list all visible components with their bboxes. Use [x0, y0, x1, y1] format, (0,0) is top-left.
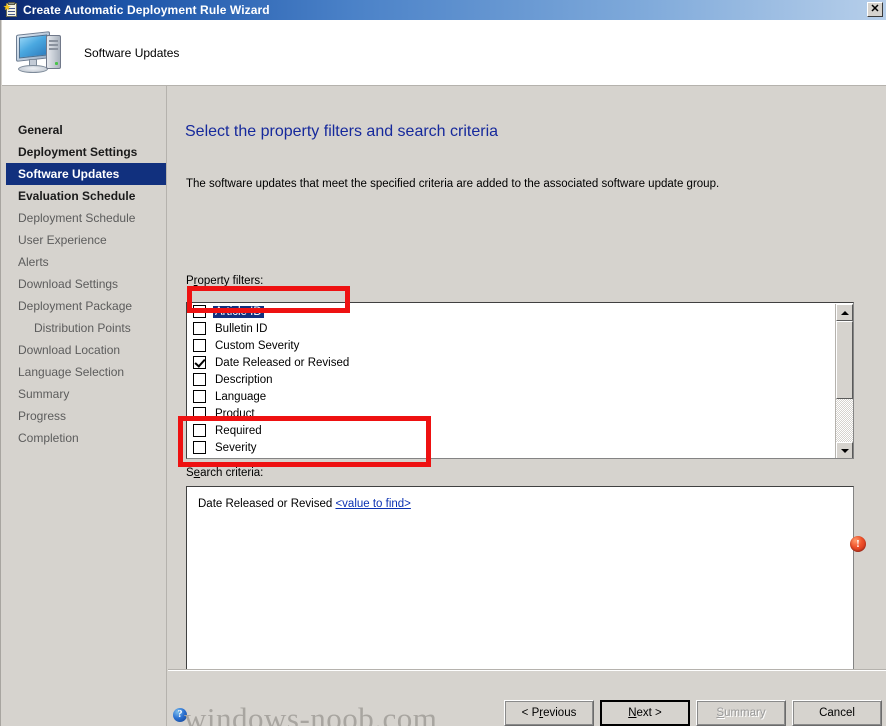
vertical-scrollbar[interactable] — [835, 304, 853, 458]
criteria-row[interactable]: Date Released or Revised <value to find> — [198, 498, 853, 510]
window-body: Software Updates General Deployment Sett… — [0, 20, 886, 726]
checkbox-required[interactable] — [193, 424, 206, 437]
sidebar-item-download-location[interactable]: Download Location — [2, 339, 166, 361]
list-item[interactable]: Article ID — [187, 303, 853, 320]
property-filters-label-post: operty filters: — [197, 275, 264, 287]
sidebar-item-deployment-package[interactable]: Deployment Package — [2, 295, 166, 317]
list-item[interactable]: Language — [187, 388, 853, 405]
checkbox-article-id[interactable] — [193, 305, 206, 318]
search-criteria-label: Search criteria: — [186, 467, 263, 479]
search-criteria-label-pre: S — [186, 467, 194, 479]
list-item[interactable]: Required — [187, 422, 853, 439]
sidebar-item-completion[interactable]: Completion — [2, 427, 166, 449]
scroll-down-icon[interactable] — [836, 442, 853, 458]
computer-monitor-icon — [14, 29, 68, 77]
window-title: Create Automatic Deployment Rule Wizard — [23, 3, 270, 17]
sidebar-item-summary[interactable]: Summary — [2, 383, 166, 405]
checkbox-bulletin-id[interactable] — [193, 322, 206, 335]
checkbox-language[interactable] — [193, 390, 206, 403]
sidebar-item-deployment-settings[interactable]: Deployment Settings — [2, 141, 166, 163]
banner-title: Software Updates — [84, 45, 180, 60]
checkbox-custom-severity[interactable] — [193, 339, 206, 352]
property-filters-label: Property filters: — [186, 275, 263, 287]
previous-button[interactable]: < Pr evious — [504, 700, 594, 726]
close-icon[interactable]: ✕ — [867, 2, 883, 17]
sidebar-item-user-experience[interactable]: User Experience — [2, 229, 166, 251]
list-item[interactable]: Bulletin ID — [187, 320, 853, 337]
sidebar-item-deployment-schedule[interactable]: Deployment Schedule — [2, 207, 166, 229]
checkbox-product[interactable] — [193, 407, 206, 420]
scroll-up-icon[interactable] — [836, 304, 853, 321]
next-button[interactable]: Next > — [600, 700, 690, 726]
wizard-banner: Software Updates — [2, 20, 886, 86]
sidebar-item-software-updates[interactable]: Software Updates — [6, 163, 166, 185]
list-item[interactable]: Product — [187, 405, 853, 422]
content-pane: Select the property filters and search c… — [168, 86, 886, 726]
list-item[interactable]: Date Released or Revised — [187, 354, 853, 371]
checkbox-description[interactable] — [193, 373, 206, 386]
summary-button: Summary — [696, 700, 786, 726]
wizard-window: ★ Create Automatic Deployment Rule Wizar… — [0, 0, 886, 726]
scrollbar-track[interactable] — [836, 321, 853, 442]
cancel-button[interactable]: Cancel — [792, 700, 882, 726]
list-item[interactable]: Custom Severity — [187, 337, 853, 354]
wizard-step-sidebar: General Deployment Settings Software Upd… — [2, 86, 167, 726]
titlebar: ★ Create Automatic Deployment Rule Wizar… — [0, 0, 886, 20]
search-criteria-label-post: arch criteria: — [200, 467, 264, 479]
footer-bar: ? < Pr evious Next > Summary Cancel — [168, 670, 886, 726]
list-item[interactable]: Severity — [187, 439, 853, 456]
wizard-clipboard-icon: ★ — [3, 2, 19, 18]
criteria-field-name: Date Released or Revised — [198, 498, 333, 510]
sidebar-item-distribution-points[interactable]: Distribution Points — [2, 317, 166, 339]
sidebar-item-progress[interactable]: Progress — [2, 405, 166, 427]
help-question-icon[interactable]: ? — [173, 708, 187, 722]
checkbox-date-released-or-revised[interactable] — [193, 356, 206, 369]
page-title: Select the property filters and search c… — [185, 123, 499, 140]
error-exclamation-icon: ! — [850, 536, 866, 552]
list-item[interactable]: Description — [187, 371, 853, 388]
sidebar-item-alerts[interactable]: Alerts — [2, 251, 166, 273]
checkbox-severity[interactable] — [193, 441, 206, 454]
sidebar-item-evaluation-schedule[interactable]: Evaluation Schedule — [2, 185, 166, 207]
sidebar-item-language-selection[interactable]: Language Selection — [2, 361, 166, 383]
page-description: The software updates that meet the speci… — [186, 178, 720, 190]
criteria-value-link[interactable]: <value to find> — [335, 498, 410, 510]
scrollbar-thumb[interactable] — [836, 321, 853, 399]
sidebar-item-download-settings[interactable]: Download Settings — [2, 273, 166, 295]
property-filters-label-pre: P — [186, 275, 194, 287]
property-filters-listbox[interactable]: Article ID Bulletin ID Custom Severity D… — [186, 302, 854, 459]
sidebar-item-general[interactable]: General — [2, 119, 166, 141]
